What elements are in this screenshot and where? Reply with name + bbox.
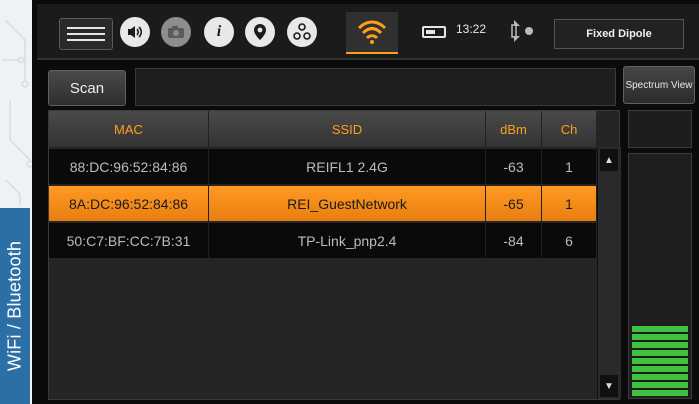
menu-button[interactable] xyxy=(59,18,113,50)
table-row-selected[interactable]: 8A:DC:96:52:84:86 REI_GuestNetwork -65 1 xyxy=(49,186,597,221)
table-row[interactable]: 88:DC:96:52:84:86 REIFL1 2.4G -63 1 xyxy=(49,149,597,184)
wifi-bluetooth-tab[interactable]: WiFi / Bluetooth xyxy=(0,208,30,404)
header-dbm[interactable]: dBm xyxy=(486,111,542,147)
network-icon[interactable] xyxy=(287,17,317,47)
meter-bar xyxy=(632,366,688,372)
cell-dbm: -63 xyxy=(486,149,542,184)
location-pin-icon[interactable] xyxy=(245,17,275,47)
header-ch[interactable]: Ch xyxy=(542,111,597,147)
cell-mac: 50:C7:BF:CC:7B:31 xyxy=(49,223,209,258)
cell-ch: 1 xyxy=(542,149,597,184)
cell-ch: 6 xyxy=(542,223,597,258)
speaker-icon[interactable] xyxy=(120,17,150,47)
meter-bar xyxy=(632,334,688,340)
info-icon[interactable]: i xyxy=(204,17,234,47)
cell-dbm: -65 xyxy=(486,186,542,221)
scroll-down-icon[interactable]: ▼ xyxy=(600,375,618,397)
top-toolbar: i 13:22 Fixed Dipole xyxy=(37,4,699,60)
battery-icon xyxy=(422,26,446,38)
table-header: MAC SSID dBm Ch xyxy=(49,111,597,147)
wifi-icon xyxy=(357,20,387,44)
spectrum-view-button[interactable]: Spectrum View xyxy=(623,66,695,104)
cell-ch: 1 xyxy=(542,186,597,221)
antenna-selector[interactable]: Fixed Dipole xyxy=(554,19,684,49)
side-tab-label: WiFi / Bluetooth xyxy=(4,240,25,372)
table-row[interactable]: 50:C7:BF:CC:7B:31 TP-Link_pnp2.4 -84 6 xyxy=(49,223,597,258)
scroll-up-icon[interactable]: ▲ xyxy=(600,149,618,171)
meter-bar xyxy=(632,390,688,396)
header-ssid[interactable]: SSID xyxy=(209,111,486,147)
signal-strength-meter xyxy=(628,153,692,399)
network-table: MAC SSID dBm Ch 88:DC:96:52:84:86 REIFL1… xyxy=(48,110,621,400)
scan-status-field xyxy=(135,68,616,106)
meter-bar xyxy=(632,342,688,348)
header-mac[interactable]: MAC xyxy=(49,111,209,147)
gps-icon[interactable] xyxy=(504,16,538,46)
wifi-tab[interactable] xyxy=(346,12,398,54)
menu-icon xyxy=(67,27,105,41)
signal-readout-box xyxy=(628,110,692,148)
scan-button[interactable]: Scan xyxy=(48,70,126,106)
camera-icon[interactable] xyxy=(161,17,191,47)
meter-bar xyxy=(632,326,688,332)
antenna-label: Fixed Dipole xyxy=(586,28,652,40)
clock-time: 13:22 xyxy=(456,22,487,36)
signal-meter-bars xyxy=(632,326,688,396)
meter-bar xyxy=(632,358,688,364)
cell-ssid: TP-Link_pnp2.4 xyxy=(209,223,486,258)
table-scrollbar[interactable]: ▲ ▼ xyxy=(597,147,621,399)
cell-mac: 88:DC:96:52:84:86 xyxy=(49,149,209,184)
meter-bar xyxy=(632,350,688,356)
cell-dbm: -84 xyxy=(486,223,542,258)
meter-bar xyxy=(632,382,688,388)
meter-bar xyxy=(632,374,688,380)
cell-ssid: REI_GuestNetwork xyxy=(209,186,486,221)
cell-mac: 8A:DC:96:52:84:86 xyxy=(49,186,209,221)
cell-ssid: REIFL1 2.4G xyxy=(209,149,486,184)
